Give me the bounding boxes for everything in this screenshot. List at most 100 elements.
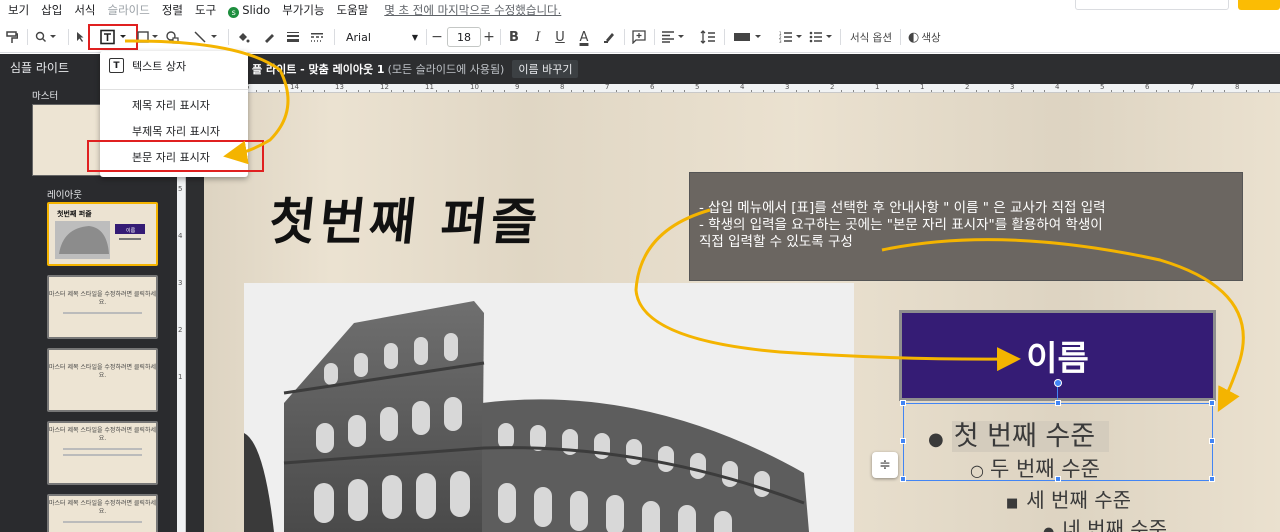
menu-slido[interactable]: s Slido bbox=[228, 3, 270, 18]
slide-title[interactable]: 첫번째 퍼즐 bbox=[266, 182, 545, 254]
color-button[interactable]: ◐ 색상 bbox=[908, 27, 941, 47]
layout-thumbnail[interactable]: 마스터 제목 스타일을 수정하려면 클릭하세요. bbox=[47, 494, 158, 532]
ruler-tick-label: 3 bbox=[1010, 84, 1015, 91]
select-cursor-icon[interactable] bbox=[74, 27, 86, 47]
zoom-icon[interactable] bbox=[34, 27, 58, 47]
menu-item-text-box[interactable]: T 텍스트 상자 bbox=[100, 55, 248, 77]
menu-tools[interactable]: 도구 bbox=[195, 2, 216, 18]
ruler-tick-label: 9 bbox=[515, 84, 520, 91]
bold-button[interactable]: B bbox=[506, 27, 522, 47]
layout-thumbnail-title: 마스터 제목 스타일을 수정하려면 클릭하세요. bbox=[49, 427, 156, 443]
ruler-tick-label: 3 bbox=[785, 84, 790, 91]
layout-thumbnail[interactable]: 마스터 제목 스타일을 수정하려면 클릭하세요. bbox=[47, 421, 158, 485]
svg-text:첫번째 퍼즐: 첫번째 퍼즐 bbox=[57, 209, 92, 218]
menu-slide[interactable]: 슬라이드 bbox=[108, 2, 150, 18]
highlight-color-icon[interactable] bbox=[600, 27, 618, 47]
toolbar: Arial ▼ − 18 + B I U A 123 서식 옵션 ◐ 색상 bbox=[0, 21, 1280, 53]
highlight-body-placeholder bbox=[87, 140, 264, 172]
menu-bar: 보기 삽입 서식 슬라이드 정렬 도구 s Slido 부가기능 도움말 몇 초 … bbox=[0, 0, 1280, 20]
bullet-icon: ● bbox=[928, 429, 944, 450]
ruler-tick-label: 2 bbox=[965, 84, 970, 91]
svg-text:3: 3 bbox=[779, 39, 782, 43]
paint-format-icon[interactable] bbox=[4, 27, 20, 47]
rotation-handle[interactable] bbox=[1054, 379, 1062, 387]
ruler-tick-label: 10 bbox=[470, 84, 479, 91]
resize-handle[interactable] bbox=[1209, 476, 1215, 482]
numbered-list-icon[interactable]: 123 bbox=[778, 27, 804, 47]
fill-color-icon[interactable] bbox=[234, 27, 252, 47]
menu-item-text-box-label: 텍스트 상자 bbox=[132, 60, 187, 73]
menu-view[interactable]: 보기 bbox=[8, 2, 29, 18]
bulleted-list-icon[interactable] bbox=[808, 27, 834, 47]
insert-comment-icon[interactable] bbox=[630, 27, 648, 47]
layout-name: 플 라이트 - 맞춤 레이아웃 1 bbox=[252, 63, 385, 76]
ruler-tick-label: 14 bbox=[290, 84, 299, 91]
layout-thumbnail[interactable]: 첫번째 퍼즐 이름 bbox=[47, 202, 158, 266]
ruler-tick-label: 4 bbox=[1055, 84, 1060, 91]
ruler-tick-label: 12 bbox=[380, 84, 389, 91]
menu-item-subtitle-placeholder[interactable]: 부제목 자리 표시자 bbox=[100, 120, 248, 142]
layout-thumbnail[interactable]: 마스터 제목 스타일을 수정하려면 클릭하세요. bbox=[47, 348, 158, 412]
vertical-align-icon[interactable]: ≑ bbox=[872, 452, 898, 478]
menu-item-title-placeholder[interactable]: 제목 자리 표시자 bbox=[100, 94, 248, 116]
decrease-font-size-button[interactable]: − bbox=[430, 27, 444, 47]
instruction-callout[interactable]: - 삽입 메뉴에서 [표]를 선택한 후 안내사항 " 이름 " 은 교사가 직… bbox=[689, 172, 1243, 281]
body-level-2[interactable]: ○ 두 번째 수준 bbox=[970, 453, 1100, 483]
font-family-select[interactable]: Arial ▼ bbox=[344, 27, 420, 47]
resize-handle[interactable] bbox=[900, 438, 906, 444]
menu-item-title-placeholder-label: 제목 자리 표시자 bbox=[132, 99, 210, 112]
menu-help[interactable]: 도움말 bbox=[337, 2, 369, 18]
bullet-icon: ● bbox=[1043, 525, 1054, 532]
resize-handle[interactable] bbox=[1209, 438, 1215, 444]
menu-format[interactable]: 서식 bbox=[74, 2, 95, 18]
layout-header: 플 라이트 - 맞춤 레이아웃 1 (모든 슬라이드에 사용됨) 이름 바꾸기 bbox=[252, 60, 579, 78]
ruler-tick-label: 2 bbox=[830, 84, 835, 91]
resize-handle[interactable] bbox=[900, 400, 906, 406]
underline-button[interactable]: U bbox=[552, 27, 568, 47]
align-icon[interactable] bbox=[660, 27, 688, 47]
border-dash-icon[interactable] bbox=[308, 27, 326, 47]
resize-handle[interactable] bbox=[900, 476, 906, 482]
resize-handle[interactable] bbox=[1055, 400, 1061, 406]
line-icon[interactable] bbox=[192, 27, 222, 47]
ruler-tick-label: 8 bbox=[560, 84, 565, 91]
layout-thumbnail-title: 마스터 제목 스타일을 수정하려면 클릭하세요. bbox=[49, 291, 156, 307]
menu-insert[interactable]: 삽입 bbox=[41, 2, 62, 18]
body-level-3[interactable]: ■ 세 번째 수준 bbox=[1006, 484, 1131, 513]
keyboard-input-icon[interactable] bbox=[732, 27, 766, 47]
increase-font-size-button[interactable]: + bbox=[482, 27, 496, 47]
menu-arrange[interactable]: 정렬 bbox=[162, 2, 183, 18]
theme-title: 심플 라이트 bbox=[10, 61, 70, 75]
rename-button[interactable]: 이름 바꾸기 bbox=[512, 60, 579, 78]
level-3-text: 세 번째 수준 bbox=[1026, 488, 1132, 512]
callout-line: - 학생의 입력을 요구하는 곳에는 "본문 자리 표시자"를 활용하여 학생이 bbox=[699, 217, 1103, 233]
ruler-tick-label: 13 bbox=[335, 84, 344, 91]
line-spacing-icon[interactable] bbox=[698, 27, 718, 47]
border-color-icon[interactable] bbox=[260, 27, 278, 47]
last-edit-link[interactable]: 몇 초 전에 마지막으로 수정했습니다. bbox=[384, 2, 561, 18]
format-options-button[interactable]: 서식 옵션 bbox=[850, 27, 892, 47]
colosseum-image[interactable] bbox=[244, 283, 854, 532]
body-level-4[interactable]: ● 네 번째 수준 bbox=[1043, 513, 1167, 532]
share-button[interactable] bbox=[1238, 0, 1280, 10]
ruler-tick-label: 8 bbox=[1235, 84, 1240, 91]
ruler-tick-label: 1 bbox=[875, 84, 880, 91]
image-icon[interactable] bbox=[136, 27, 160, 47]
level-1-text: 첫 번째 수준 bbox=[951, 421, 1110, 452]
font-size-input[interactable]: 18 bbox=[447, 27, 481, 47]
shape-icon[interactable] bbox=[164, 27, 188, 47]
menu-item-subtitle-placeholder-label: 부제목 자리 표시자 bbox=[132, 125, 220, 138]
layout-thumbnail[interactable]: 마스터 제목 스타일을 수정하려면 클릭하세요. bbox=[47, 275, 158, 339]
menu-addons[interactable]: 부가기능 bbox=[282, 2, 324, 18]
level-2-text: 두 번째 수준 bbox=[989, 457, 1100, 481]
text-color-button[interactable]: A bbox=[576, 27, 592, 47]
body-level-1[interactable]: ● 첫 번째 수준 bbox=[928, 414, 1110, 453]
resize-handle[interactable] bbox=[1209, 400, 1215, 406]
border-weight-icon[interactable] bbox=[284, 27, 302, 47]
palette-icon: ◐ bbox=[908, 29, 920, 45]
top-search-box[interactable] bbox=[1075, 0, 1229, 10]
font-family-value: Arial bbox=[346, 30, 371, 44]
menu-slido-label: Slido bbox=[242, 2, 271, 17]
italic-button[interactable]: I bbox=[530, 27, 546, 47]
ruler-tick-label: 3 bbox=[178, 279, 183, 287]
